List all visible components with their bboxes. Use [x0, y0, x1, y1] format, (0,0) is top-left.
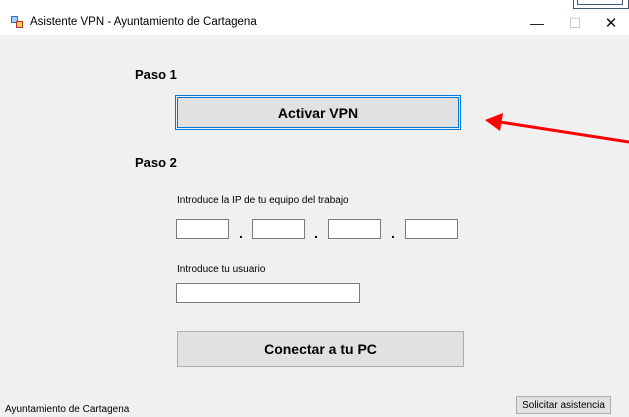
step2-label: Paso 2 — [135, 155, 177, 170]
user-label: Introduce tu usuario — [177, 264, 266, 275]
maximize-icon: ☐ — [568, 14, 582, 31]
close-button[interactable]: ✕ — [592, 11, 629, 35]
window-title: Asistente VPN - Ayuntamiento de Cartagen… — [30, 16, 257, 28]
ip-octet-1-input[interactable] — [176, 219, 229, 239]
ip-separator: . — [314, 225, 318, 241]
minimize-icon: — — [530, 15, 544, 31]
ip-separator: . — [391, 225, 395, 241]
title-bar: Asistente VPN - Ayuntamiento de Cartagen… — [0, 11, 629, 35]
activate-vpn-label: Activar VPN — [277, 104, 359, 121]
maximize-button[interactable]: ☐ — [556, 11, 594, 35]
connect-pc-label: Conectar a tu PC — [264, 341, 377, 357]
request-assistance-button[interactable]: Solicitar asistencia — [516, 396, 611, 414]
step1-label: Paso 1 — [135, 67, 177, 82]
minimize-button[interactable]: — — [518, 11, 556, 35]
connect-pc-button[interactable]: Conectar a tu PC — [177, 331, 464, 367]
ip-octet-3-input[interactable] — [328, 219, 381, 239]
app-icon — [11, 16, 23, 28]
ip-label: Introduce la IP de tu equipo del trabajo — [177, 195, 349, 206]
activate-vpn-button[interactable]: Activar VPN — [175, 95, 461, 130]
app-window: Asistente VPN - Ayuntamiento de Cartagen… — [0, 11, 629, 417]
request-assistance-label: Solicitar asistencia — [522, 399, 605, 411]
ip-octet-4-input[interactable] — [405, 219, 458, 239]
close-icon: ✕ — [604, 15, 618, 32]
background-window-edge — [573, 0, 629, 9]
footer-org-text: Ayuntamiento de Cartagena — [5, 404, 130, 415]
ip-octet-2-input[interactable] — [252, 219, 305, 239]
username-input[interactable] — [176, 283, 360, 303]
ip-separator: . — [239, 225, 243, 241]
